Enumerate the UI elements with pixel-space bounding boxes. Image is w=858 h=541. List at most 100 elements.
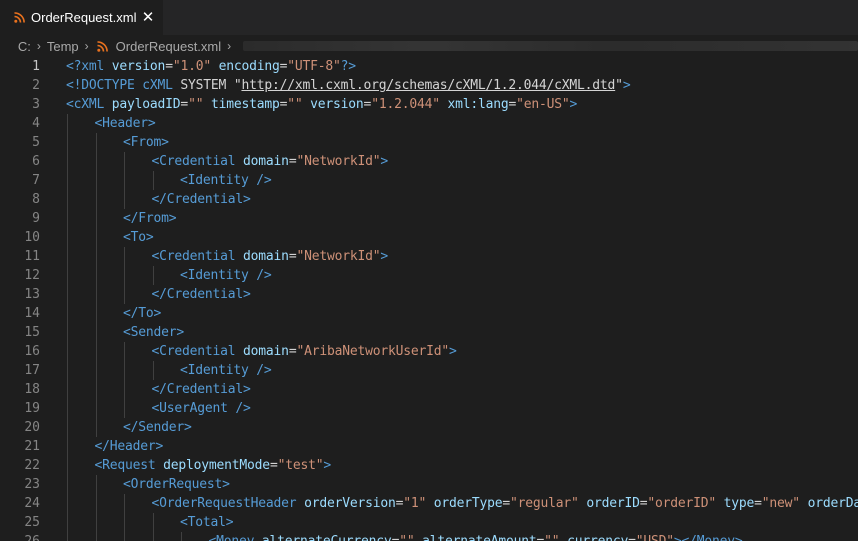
tab-orderrequest-xml[interactable]: OrderRequest.xml ✕ [0,0,163,35]
code-text: <Identity /> [180,361,272,380]
code-token-tag: > [569,97,578,112]
chevron-right-icon: › [84,39,89,53]
code-line[interactable]: 16 <Credential domain="AribaNetworkUserId… [0,342,858,361]
indent-guide [67,228,68,247]
code-token-str: "" [287,97,303,112]
code-line[interactable]: 5 <From> [0,133,858,152]
rss-file-icon [96,40,108,52]
code-token-tag: <OrderRequest> [123,477,230,492]
code-line[interactable]: 26<Money alternateCurrency="" alternateA… [0,532,858,541]
indent-guide [95,228,97,247]
code-line[interactable]: 3 <cXML payloadID="" timestamp="" version… [0,95,858,114]
code-token-tag: <Identity /> [180,268,272,283]
indent-guide [95,209,97,228]
code-line[interactable]: 4 <Header> [0,114,858,133]
close-icon[interactable]: ✕ [140,9,156,25]
code-text: <Credential domain="AribaNetworkUserId"> [152,342,457,361]
code-token-tag: ></Money> [674,534,743,541]
code-line[interactable]: 19 <UserAgent /> [0,399,858,418]
code-line[interactable]: 21 </Header> [0,437,858,456]
code-line[interactable]: 20 </Sender> [0,418,858,437]
code-token-tag: <Credential [151,154,236,169]
code-line[interactable]: 15 <Sender> [0,323,858,342]
code-text: <Header> [95,114,156,133]
line-number: 4 [32,116,40,131]
chevron-right-icon: › [36,39,41,53]
code-line[interactable]: 17 <Identity /> [0,361,858,380]
code-line[interactable]: 7 <Identity /> [0,171,858,190]
line-number: 1 [32,59,40,74]
code-line[interactable]: 24 <OrderRequestHeader orderVersion = "1" o… [0,494,858,513]
code-token-attr: domain [243,344,289,359]
indent-guide [152,171,154,190]
line-number: 8 [32,192,40,207]
line-number: 21 [24,439,40,454]
code-token-tag: <!DOCTYPE [66,78,135,93]
code-line[interactable]: 25 <Total> [0,513,858,532]
line-number: 19 [24,401,40,416]
indent-guide [67,513,68,532]
breadcrumb-folder[interactable]: Temp [45,39,81,54]
code-line[interactable]: 18 </Credential> [0,380,858,399]
code-token-str: "1.0" [172,59,211,74]
line-number: 15 [24,325,40,340]
breadcrumb-drive[interactable]: C: [16,39,33,54]
code-token-tag: > [323,458,331,473]
code-line[interactable]: 23 <OrderRequest> [0,475,858,494]
code-token-attr: type [723,496,755,511]
code-token-plain: = [180,97,189,112]
indent-guide [124,266,125,285]
indent-guide [95,190,97,209]
indent-guide [67,152,68,171]
indent-guide [95,361,97,380]
code-token-str: "UTF-8" [287,59,341,74]
line-number: 3 [32,97,40,112]
indent-guide [67,247,68,266]
line-number: 10 [24,230,40,245]
indent-guide [95,133,97,152]
line-number: 9 [32,211,40,226]
line-number: 13 [24,287,40,302]
indent-guide [124,399,125,418]
code-line[interactable]: 9 </From> [0,209,858,228]
breadcrumb: C: › Temp › OrderRequest.xml › [0,35,858,57]
code-line[interactable]: 11 <Credential domain="NetworkId"> [0,247,858,266]
code-token-tag: <Total> [180,515,234,530]
code-token-tag: > [380,154,388,169]
code-token-attr: payloadID [111,97,181,112]
code-line[interactable]: 14 </To> [0,304,858,323]
indent-guide [67,304,68,323]
code-line[interactable]: 1 <?xml version="1.0" encoding="UTF-8"?> [0,57,858,76]
code-token-str: "1.2.044" [371,97,440,112]
code-token-tag: cXML [142,78,173,93]
code-line[interactable]: 13 </Credential> [0,285,858,304]
code-line[interactable]: 22 <Request deploymentMode="test"> [0,456,858,475]
breadcrumb-file[interactable]: OrderRequest.xml [114,39,223,54]
breadcrumb-blurred-symbols [243,41,858,51]
code-token-tag: > [622,78,631,93]
code-token-attr: currency [567,534,628,541]
indent-guide [67,342,68,361]
indent-guide [95,247,97,266]
indent-guide [95,266,97,285]
tab-bar: OrderRequest.xml ✕ [0,0,858,35]
line-number: 20 [24,420,40,435]
code-line[interactable]: 2 <!DOCTYPE cXML SYSTEM "http://xml.cxml.… [0,76,858,95]
line-number: 25 [24,515,40,530]
code-editor[interactable]: 1 <?xml version="1.0" encoding="UTF-8"?> 2… [0,57,858,541]
code-line[interactable]: 8 </Credential> [0,190,858,209]
code-line[interactable]: 12 <Identity /> [0,266,858,285]
code-line[interactable]: 10 <To> [0,228,858,247]
code-line[interactable]: 6 <Credential domain="NetworkId"> [0,152,858,171]
indent-guide [124,171,125,190]
indent-guide [67,380,68,399]
